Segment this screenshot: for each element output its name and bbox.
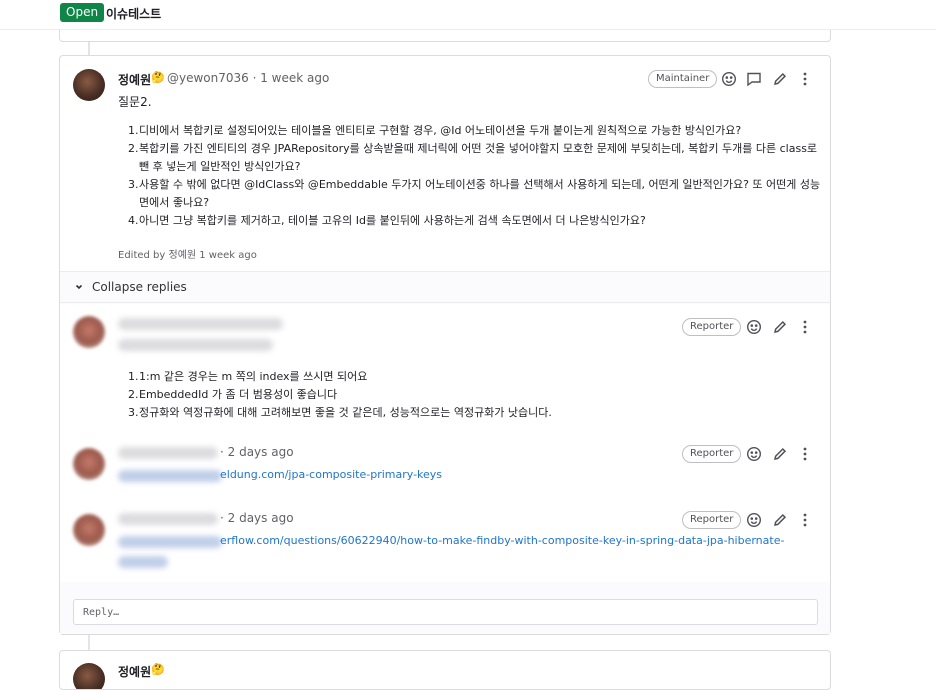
previous-thread-card	[59, 30, 831, 42]
list-item: 4. 아니면 그냥 복합키를 제거하고, 테이블 고유의 Id를 붙인뒤에 사용하…	[128, 214, 646, 227]
reply-note: Reporter 1. 1:m 같은 경우는 m 쪽의 index를 쓰시면 되어…	[60, 304, 830, 434]
list-item: 1. 1:m 같은 경우는 m 쪽의 index를 쓰시면 되어요	[128, 370, 368, 383]
redacted-author	[118, 339, 273, 351]
add-reaction-icon[interactable]	[746, 446, 762, 462]
add-reaction-icon[interactable]	[721, 71, 737, 87]
avatar[interactable]	[73, 69, 105, 101]
reply-timestamp: · 2 days ago	[220, 445, 294, 459]
avatar[interactable]	[73, 448, 105, 480]
chevron-down-icon	[74, 281, 84, 291]
redacted-link	[118, 470, 222, 482]
collapse-replies-label: Collapse replies	[92, 280, 187, 294]
edit-pencil-icon[interactable]	[772, 512, 788, 528]
timeline-connector	[88, 635, 90, 650]
role-badge: Reporter	[682, 318, 742, 336]
next-discussion-thread: 정예원 🤔	[59, 650, 831, 690]
status-badge: Open	[60, 3, 105, 22]
issue-header: Open 이슈테스트	[0, 0, 936, 30]
redacted-author	[118, 318, 283, 330]
edited-note: Edited by 정예원 1 week ago	[118, 250, 257, 261]
redacted-author	[118, 447, 218, 459]
more-actions-icon[interactable]	[797, 319, 813, 335]
reference-link[interactable]: eldung.com/jpa-composite-primary-keys	[220, 468, 442, 481]
reply-field[interactable]	[73, 599, 818, 625]
comment-intro: 질문2.	[118, 95, 152, 109]
author-name[interactable]: 정예원	[118, 71, 151, 88]
reference-link[interactable]: erflow.com/questions/60622940/how-to-mak…	[220, 534, 784, 547]
redacted-link	[118, 536, 222, 548]
status-emoji: 🤔	[151, 71, 165, 84]
collapse-replies-toggle[interactable]: Collapse replies	[60, 272, 830, 303]
answer-list: 1. 1:m 같은 경우는 m 쪽의 index를 쓰시면 되어요 2. Embed…	[128, 368, 552, 422]
discussion-thread: 정예원 🤔 @yewon7036 · 1 week ago Maintainer…	[59, 55, 831, 635]
role-badge: Reporter	[682, 511, 742, 529]
list-item: 2. EmbeddedId 가 좀 더 범용성이 좋습니다	[128, 388, 338, 401]
reply-note: · 2 days ago Reporter erflow.com/questio…	[60, 500, 830, 582]
add-reaction-icon[interactable]	[746, 319, 762, 335]
role-badge: Maintainer	[648, 70, 718, 88]
issue-title: 이슈테스트	[106, 7, 162, 21]
more-actions-icon[interactable]	[797, 512, 813, 528]
author-meta: @yewon7036 · 1 week ago	[167, 71, 330, 85]
avatar[interactable]	[73, 663, 105, 689]
question-list: 1. 디비에서 복합키로 설정되어있는 테이블을 엔티티로 구현할 경우, @Id…	[128, 122, 828, 230]
redacted-link	[118, 556, 168, 568]
reply-input[interactable]	[74, 600, 817, 624]
reply-note: · 2 days ago Reporter eldung.com/jpa-com…	[60, 434, 830, 500]
list-item: 2. 복합키를 가진 엔티티의 경우 JPARepository를 상속받을때 제…	[128, 142, 818, 173]
redacted-author	[118, 513, 218, 525]
list-item: 3. 정규화와 역정규화에 대해 고려해보면 좋을 것 같은데, 성능적으로는 역…	[128, 406, 552, 419]
avatar[interactable]	[73, 514, 105, 546]
status-emoji: 🤔	[151, 663, 165, 676]
more-actions-icon[interactable]	[797, 446, 813, 462]
list-item: 3. 사용할 수 밖에 없다면 @IdClass와 @Embeddable 두가지…	[128, 178, 821, 209]
list-item: 1. 디비에서 복합키로 설정되어있는 테이블을 엔티티로 구현할 경우, @Id…	[128, 124, 742, 137]
replies-section: Collapse replies Reporter 1. 1:m 같은 경우는 m…	[60, 271, 830, 634]
role-badge: Reporter	[682, 445, 742, 463]
timeline-connector	[88, 42, 90, 55]
more-actions-icon[interactable]	[797, 71, 813, 87]
author-name[interactable]: 정예원	[118, 663, 151, 680]
edit-pencil-icon[interactable]	[772, 319, 788, 335]
reply-timestamp: · 2 days ago	[220, 511, 294, 525]
edit-pencil-icon[interactable]	[772, 446, 788, 462]
edit-pencil-icon[interactable]	[772, 71, 788, 87]
add-reaction-icon[interactable]	[746, 512, 762, 528]
avatar[interactable]	[73, 316, 105, 348]
reply-comment-icon[interactable]	[746, 71, 762, 87]
